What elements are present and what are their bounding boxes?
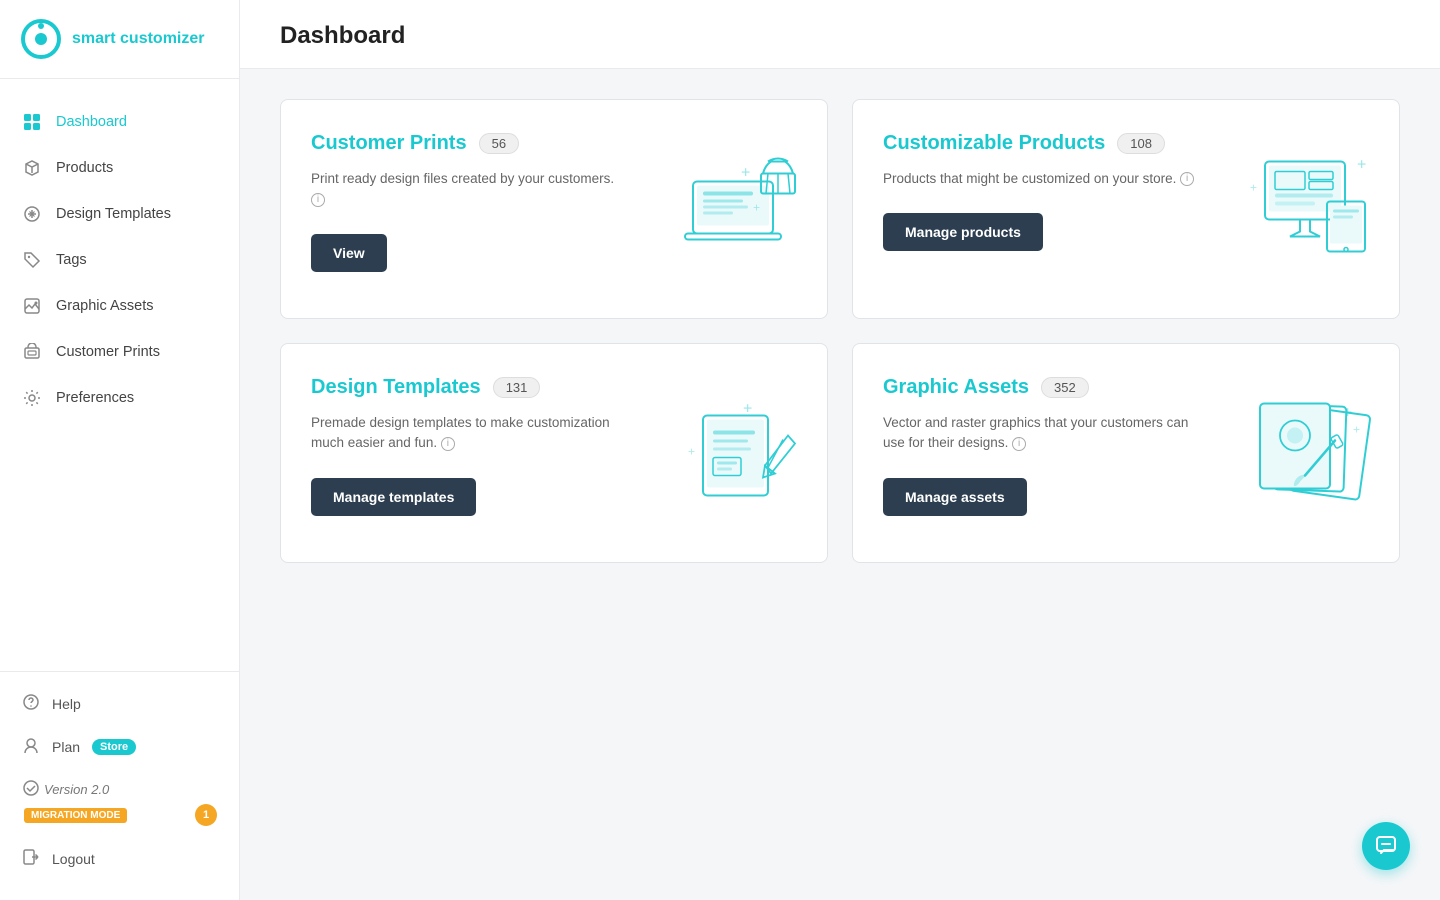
page-title: Dashboard <box>280 22 1400 50</box>
card-title: Design Templates <box>311 376 481 399</box>
count-badge: 56 <box>479 133 519 154</box>
svg-text:+: + <box>743 401 752 418</box>
customizable-products-illustration: + + <box>1245 152 1375 267</box>
logout-icon <box>22 848 40 869</box>
sidebar-item-design-templates[interactable]: Design Templates <box>0 191 239 237</box>
plan-label: Plan <box>52 739 80 755</box>
graphic-assets-icon <box>22 296 42 316</box>
sidebar-item-preferences[interactable]: Preferences <box>0 375 239 421</box>
logout-item[interactable]: Logout <box>0 837 239 880</box>
info-icon[interactable]: i <box>311 193 325 207</box>
svg-text:+: + <box>688 445 695 459</box>
count-badge: 131 <box>493 377 541 398</box>
info-icon[interactable]: i <box>441 437 455 451</box>
customer-prints-illustration: + + <box>683 152 803 267</box>
logo-icon <box>20 18 62 60</box>
main-header: Dashboard <box>240 0 1440 69</box>
card-design-templates: Design Templates 131 Premade design temp… <box>280 343 828 563</box>
svg-text:+: + <box>753 201 760 215</box>
version-label: Version 2.0 <box>44 782 109 797</box>
products-icon <box>22 158 42 178</box>
dashboard-icon <box>22 112 42 132</box>
sidebar-item-customer-prints[interactable]: Customer Prints <box>0 329 239 375</box>
plan-icon <box>22 736 40 757</box>
design-templates-illustration: + + <box>683 396 803 511</box>
count-badge: 108 <box>1117 133 1165 154</box>
card-customer-prints: Customer Prints 56 Print ready design fi… <box>280 99 828 319</box>
brand-name: smart customizer <box>72 30 205 48</box>
store-badge: Store <box>92 739 136 755</box>
manage-templates-button[interactable]: Manage templates <box>311 478 476 516</box>
svg-text:+: + <box>1353 423 1360 437</box>
svg-text:+: + <box>1343 405 1352 422</box>
plan-item[interactable]: Plan Store <box>0 725 239 768</box>
sidebar-item-label: Products <box>56 160 113 176</box>
preferences-icon <box>22 388 42 408</box>
sidebar-item-graphic-assets[interactable]: Graphic Assets <box>0 283 239 329</box>
sidebar-logo: smart customizer <box>0 0 239 79</box>
chat-icon <box>1375 835 1397 857</box>
info-icon[interactable]: i <box>1180 172 1194 186</box>
customer-prints-icon <box>22 342 42 362</box>
help-item[interactable]: Help <box>0 682 239 725</box>
sidebar-navigation: Dashboard Products Design Templates <box>0 79 239 671</box>
sidebar-item-tags[interactable]: Tags <box>0 237 239 283</box>
help-icon <box>22 693 40 714</box>
card-graphic-assets: Graphic Assets 352 Vector and raster gra… <box>852 343 1400 563</box>
card-customizable-products: Customizable Products 108 Products that … <box>852 99 1400 319</box>
migration-badge: MIGRATION MODE <box>24 808 127 823</box>
manage-assets-button[interactable]: Manage assets <box>883 478 1027 516</box>
card-title: Customizable Products <box>883 132 1105 155</box>
svg-text:+: + <box>1357 157 1366 174</box>
sidebar-item-label: Customer Prints <box>56 344 160 360</box>
sidebar-item-label: Dashboard <box>56 114 127 130</box>
sidebar-item-label: Graphic Assets <box>56 298 154 314</box>
sidebar-item-products[interactable]: Products <box>0 145 239 191</box>
graphic-assets-illustration: + + <box>1245 396 1375 511</box>
info-icon[interactable]: i <box>1012 437 1026 451</box>
tags-icon <box>22 250 42 270</box>
card-title: Customer Prints <box>311 132 467 155</box>
card-description: Products that might be customized on you… <box>883 169 1203 189</box>
sidebar-item-label: Preferences <box>56 390 134 406</box>
svg-text:+: + <box>1250 181 1257 195</box>
card-description: Print ready design files created by your… <box>311 169 631 210</box>
sidebar: smart customizer Dashboard <box>0 0 240 900</box>
help-label: Help <box>52 696 81 712</box>
view-button[interactable]: View <box>311 234 387 272</box>
version-icon <box>22 779 40 800</box>
chat-fab[interactable] <box>1362 822 1410 870</box>
card-description: Vector and raster graphics that your cus… <box>883 413 1203 454</box>
svg-text:+: + <box>741 165 750 182</box>
main-content: Dashboard Customer Prints 56 Print ready… <box>240 0 1440 900</box>
sidebar-item-label: Design Templates <box>56 206 171 222</box>
manage-products-button[interactable]: Manage products <box>883 213 1043 251</box>
sidebar-bottom: Help Plan Store Version 2.0 MIGRATIO <box>0 671 239 900</box>
version-item: Version 2.0 MIGRATION MODE 1 <box>0 768 239 837</box>
sidebar-item-dashboard[interactable]: Dashboard <box>0 99 239 145</box>
dashboard-cards: Customer Prints 56 Print ready design fi… <box>240 69 1440 593</box>
notification-badge[interactable]: 1 <box>195 804 217 826</box>
card-title: Graphic Assets <box>883 376 1029 399</box>
count-badge: 352 <box>1041 377 1089 398</box>
sidebar-item-label: Tags <box>56 252 87 268</box>
logout-label: Logout <box>52 851 95 867</box>
card-description: Premade design templates to make customi… <box>311 413 631 454</box>
design-templates-icon <box>22 204 42 224</box>
